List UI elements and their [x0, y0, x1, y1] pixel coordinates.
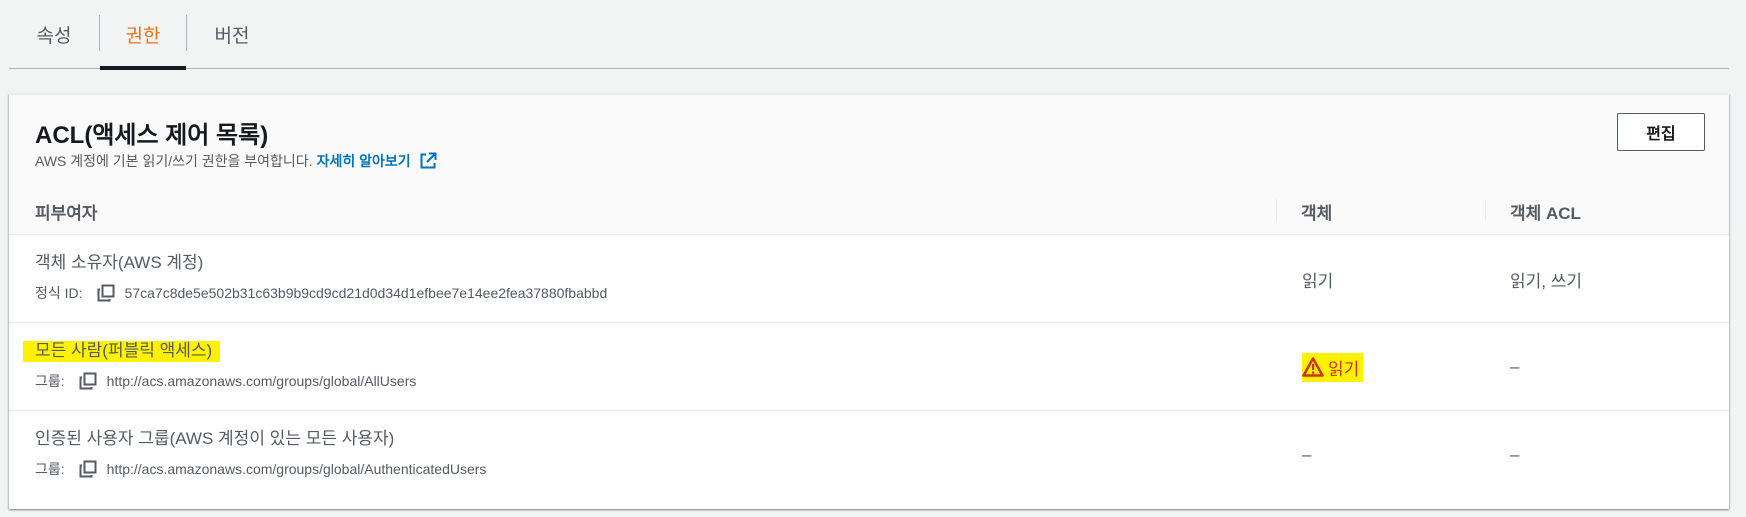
table-row: 인증된 사용자 그룹(AWS 계정이 있는 모든 사용자) 그룹: http:/… — [9, 411, 1729, 499]
tab-permissions[interactable]: 권한 — [100, 0, 186, 70]
external-link-icon[interactable] — [419, 152, 437, 170]
warning-highlight: 읽기 — [1302, 352, 1364, 382]
table-row: 모든 사람(퍼블릭 액세스) 그룹: http://acs.amazonaws.… — [9, 323, 1729, 411]
grantee-name: 인증된 사용자 그룹(AWS 계정이 있는 모든 사용자) — [35, 429, 395, 448]
grantee-detail: 그룹: http://acs.amazonaws.com/groups/glob… — [35, 459, 486, 479]
warning-icon — [1302, 357, 1324, 377]
detail-label: 그룹: — [35, 461, 65, 477]
column-divider — [1485, 199, 1486, 221]
group-uri: http://acs.amazonaws.com/groups/global/A… — [106, 373, 417, 389]
edit-button[interactable]: 편집 — [1617, 113, 1705, 151]
grantee-name: 모든 사람(퍼블릭 액세스) — [23, 336, 221, 362]
object-permission: – — [1302, 445, 1312, 464]
highlighted-grantee: 모든 사람(퍼블릭 액세스) — [23, 341, 221, 362]
table-row: 객체 소유자(AWS 계정) 정식 ID: 57ca7c8de5e502b31c… — [9, 235, 1729, 323]
acl-panel: ACL(액세스 제어 목록) AWS 계정에 기본 읽기/쓰기 권한을 부여합니… — [9, 94, 1729, 509]
panel-title: ACL(액세스 제어 목록) — [35, 122, 269, 149]
detail-label: 그룹: — [35, 373, 65, 389]
description-text: AWS 계정에 기본 읽기/쓰기 권한을 부여합니다. — [35, 153, 313, 169]
object-acl-permission: – — [1510, 357, 1520, 376]
object-acl-permission: 읽기, 쓰기 — [1510, 271, 1583, 291]
copy-icon[interactable] — [79, 460, 97, 478]
column-header-object: 객체 — [1301, 203, 1333, 223]
copy-icon[interactable] — [97, 284, 115, 302]
grantee-detail: 정식 ID: 57ca7c8de5e502b31c63b9b9cd9cd21d0… — [35, 283, 607, 303]
tab-properties[interactable]: 속성 — [9, 0, 99, 68]
column-header-object-acl: 객체 ACL — [1510, 203, 1581, 223]
tab-bar: 속성 권한 버전 — [9, 0, 1729, 70]
panel-description: AWS 계정에 기본 읽기/쓰기 권한을 부여합니다. 자세히 알아보기 — [35, 151, 437, 171]
object-permission: 읽기 — [1302, 271, 1334, 291]
group-uri: http://acs.amazonaws.com/groups/global/A… — [106, 461, 487, 477]
canonical-id: 57ca7c8de5e502b31c63b9b9cd9cd21d0d34d1ef… — [124, 285, 608, 301]
acl-table: 피부여자 객체 객체 ACL 객체 소유자(AWS 계정) 정식 ID: 57c… — [9, 187, 1729, 499]
object-permission: 읽기 — [1302, 323, 1364, 411]
learn-more-link[interactable]: 자세히 알아보기 — [317, 151, 411, 171]
column-header-grantee: 피부여자 — [35, 203, 98, 223]
grantee-detail: 그룹: http://acs.amazonaws.com/groups/glob… — [35, 371, 416, 391]
panel-header: ACL(액세스 제어 목록) AWS 계정에 기본 읽기/쓰기 권한을 부여합니… — [9, 95, 1729, 187]
object-acl-permission: – — [1510, 445, 1520, 464]
detail-label: 정식 ID: — [35, 285, 83, 301]
column-divider — [1276, 199, 1277, 221]
tab-versions[interactable]: 버전 — [187, 0, 277, 68]
grantee-name: 객체 소유자(AWS 계정) — [35, 253, 204, 272]
copy-icon[interactable] — [79, 372, 97, 390]
object-permission-value: 읽기 — [1328, 359, 1360, 379]
table-header: 피부여자 객체 객체 ACL — [9, 187, 1729, 235]
